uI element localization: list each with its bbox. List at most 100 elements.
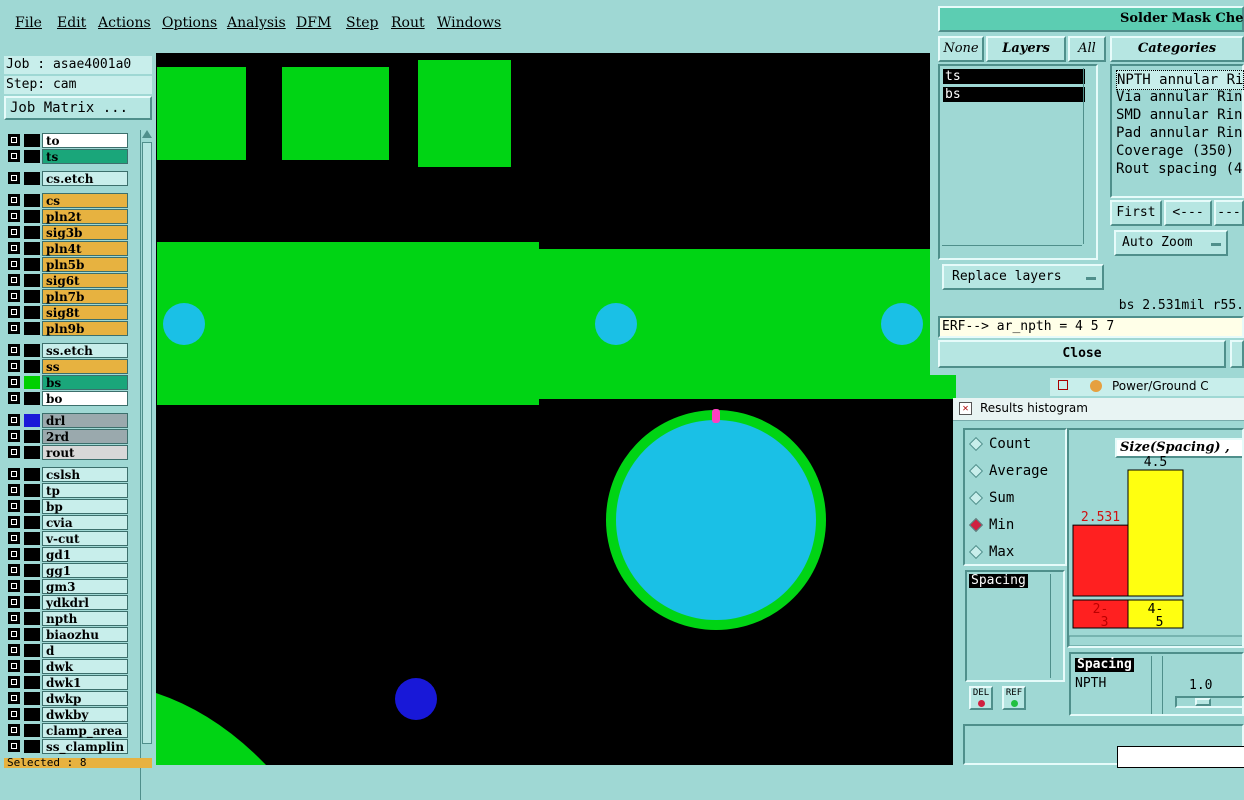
categories-listbox[interactable]: NPTH annular Ri Via annular Rin SMD annu… [1110,64,1244,198]
layer-checkbox[interactable] [8,226,20,238]
layer-row-cvia[interactable]: cvia [6,515,128,530]
layer-checkbox[interactable] [8,306,20,318]
layer-name[interactable]: cs.etch [42,171,128,186]
layer-color-swatch[interactable] [24,596,40,609]
info-scrollbar[interactable] [1151,656,1163,714]
histogram-bar[interactable] [1127,469,1184,597]
layer-color-swatch[interactable] [24,484,40,497]
category-item[interactable]: NPTH annular Ri [1116,70,1244,90]
layer-color-swatch[interactable] [24,150,40,163]
layer-name[interactable]: dwk1 [42,675,128,690]
auto-zoom-dropdown[interactable]: Auto Zoom [1114,230,1228,256]
layer-color-swatch[interactable] [24,322,40,335]
layer-color-swatch[interactable] [24,414,40,427]
layer-row-clamp-area[interactable]: clamp_area [6,723,128,738]
result-type-scrollbar[interactable] [1050,574,1061,678]
layer-list-scrollbar[interactable] [140,130,153,800]
layer-row-gg1[interactable]: gg1 [6,563,128,578]
layer-name[interactable]: ts [42,149,128,164]
category-item[interactable]: Pad annular Rin [1116,124,1242,142]
layer-row-ss[interactable]: ss [6,359,128,374]
layer-row-dwkp[interactable]: dwkp [6,691,128,706]
layer-row-dwk[interactable]: dwk [6,659,128,674]
layer-name[interactable]: pln5b [42,257,128,272]
layer-checkbox[interactable] [8,580,20,592]
scale-slider[interactable] [1175,696,1244,708]
layer-name[interactable]: bo [42,391,128,406]
layer-name[interactable]: cslsh [42,467,128,482]
layer-checkbox[interactable] [8,172,20,184]
layer-name[interactable]: clamp_area [42,723,128,738]
layer-color-swatch[interactable] [24,468,40,481]
menu-dfm[interactable]: DFM [296,15,331,31]
layer-checkbox[interactable] [8,468,20,480]
layer-row-pln2t[interactable]: pln2t [6,209,128,224]
category-item[interactable]: Rout spacing (4 [1116,160,1242,178]
layer-color-swatch[interactable] [24,644,40,657]
menu-actions[interactable]: Actions [98,15,151,31]
scale-slider-thumb[interactable] [1195,698,1211,706]
layer-name[interactable]: cvia [42,515,128,530]
layer-row-v-cut[interactable]: v-cut [6,531,128,546]
job-matrix-button[interactable]: Job Matrix ... [4,96,152,120]
layer-row-tp[interactable]: tp [6,483,128,498]
layer-row-pln4t[interactable]: pln4t [6,241,128,256]
menu-edit[interactable]: Edit [57,15,86,31]
layers-button[interactable]: Layers [986,36,1066,62]
layer-list-hscroll[interactable] [942,245,1082,256]
layer-row-ss-etch[interactable]: ss.etch [6,343,128,358]
layer-color-swatch[interactable] [24,564,40,577]
layer-checkbox[interactable] [8,134,20,146]
layer-name[interactable]: npth [42,611,128,626]
layer-checkbox[interactable] [8,274,20,286]
layer-checkbox[interactable] [8,628,20,640]
category-item[interactable]: SMD annular Rin [1116,106,1242,124]
layer-name[interactable]: dwk [42,659,128,674]
none-button[interactable]: None [938,36,984,62]
layer-checkbox[interactable] [8,322,20,334]
chart-hscroll[interactable] [1069,635,1244,646]
layer-color-swatch[interactable] [24,580,40,593]
layer-checkbox[interactable] [8,344,20,356]
layer-row-bs[interactable]: bs [6,375,128,390]
layer-color-swatch[interactable] [24,532,40,545]
layer-name[interactable]: to [42,133,128,148]
histogram-bar[interactable] [1072,524,1129,597]
layer-row-sig8t[interactable]: sig8t [6,305,128,320]
layer-name[interactable]: sig8t [42,305,128,320]
layer-color-swatch[interactable] [24,274,40,287]
layer-name[interactable]: drl [42,413,128,428]
menu-step[interactable]: Step [346,15,378,31]
layer-name[interactable]: pln4t [42,241,128,256]
layer-color-swatch[interactable] [24,290,40,303]
layer-color-swatch[interactable] [24,676,40,689]
close-button[interactable]: Close [938,340,1226,368]
layer-row-ydkdrl[interactable]: ydkdrl [6,595,128,610]
layer-row-pln5b[interactable]: pln5b [6,257,128,272]
layer-row-cs[interactable]: cs [6,193,128,208]
layer-checkbox[interactable] [8,258,20,270]
layer-row-gd1[interactable]: gd1 [6,547,128,562]
layer-checkbox[interactable] [8,484,20,496]
layer-name[interactable]: ydkdrl [42,595,128,610]
layer-checkbox[interactable] [8,500,20,512]
layer-color-swatch[interactable] [24,258,40,271]
layer-row-pln9b[interactable]: pln9b [6,321,128,336]
layer-checkbox[interactable] [8,210,20,222]
layer-checkbox[interactable] [8,360,20,372]
layer-color-swatch[interactable] [24,172,40,185]
layer-name[interactable]: bp [42,499,128,514]
layer-checkbox[interactable] [8,708,20,720]
layer-color-swatch[interactable] [24,360,40,373]
graphic-canvas[interactable] [156,53,956,765]
next-button[interactable]: --- [1214,200,1244,226]
layer-color-swatch[interactable] [24,708,40,721]
layer-list-vscroll[interactable] [1083,68,1094,244]
layer-row-cs-etch[interactable]: cs.etch [6,171,128,186]
layer-name[interactable]: gg1 [42,563,128,578]
layer-name[interactable]: cs [42,193,128,208]
layer-color-swatch[interactable] [24,612,40,625]
layer-checkbox[interactable] [8,194,20,206]
layer-name[interactable]: sig6t [42,273,128,288]
layer-color-swatch[interactable] [24,500,40,513]
